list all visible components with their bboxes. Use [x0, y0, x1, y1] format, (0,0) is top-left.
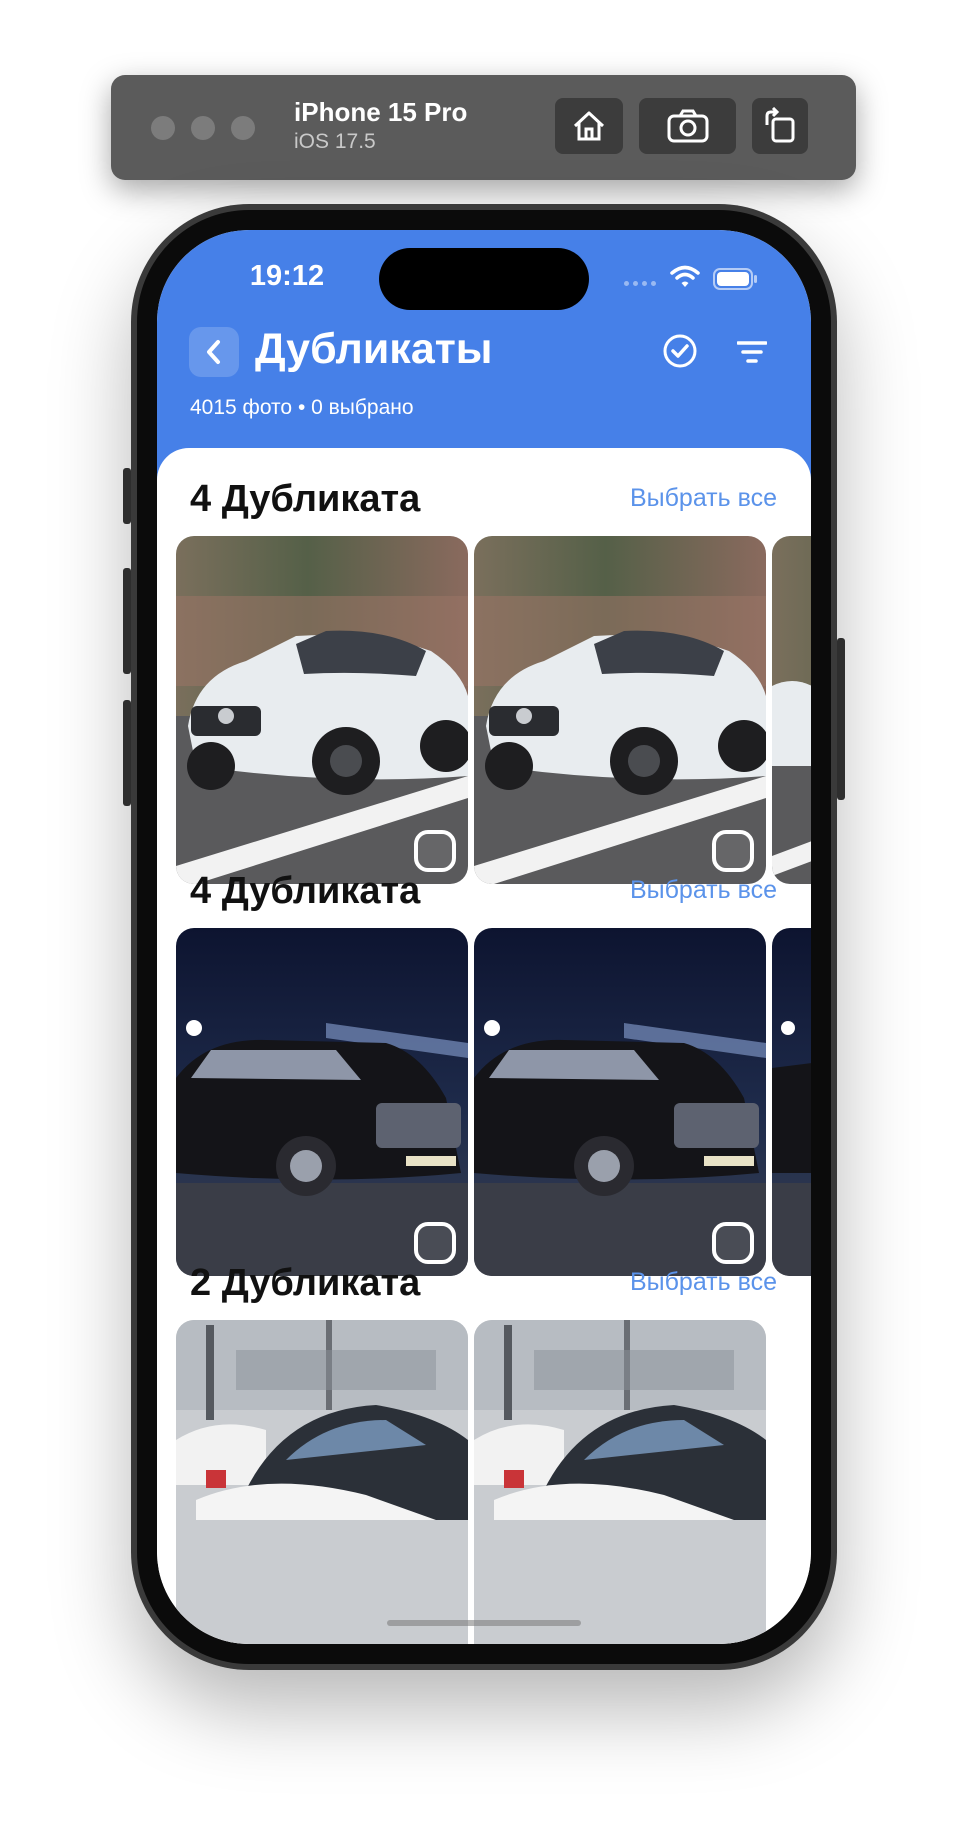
screenshot-button[interactable]: [639, 98, 736, 154]
window-close-dot[interactable]: [151, 116, 175, 140]
filter-button[interactable]: [736, 340, 768, 369]
window-minimize-dot[interactable]: [191, 116, 215, 140]
wifi-icon: [670, 265, 700, 287]
home-indicator: [387, 1620, 581, 1626]
parking-lot-photo: [474, 1320, 766, 1644]
power-button: [837, 638, 845, 800]
white-suv-photo: [772, 536, 811, 884]
volume-down-button: [123, 700, 131, 806]
select-mode-button[interactable]: [661, 332, 699, 375]
select-all-link[interactable]: Выбрать все: [630, 484, 777, 513]
photo-thumbnail[interactable]: [474, 1320, 766, 1644]
home-button[interactable]: [555, 98, 623, 154]
select-checkbox[interactable]: [712, 830, 754, 872]
group-title: 2 Дубликата: [190, 1262, 421, 1304]
photo-thumbnail[interactable]: [474, 536, 766, 884]
chevron-left-icon: [207, 340, 220, 364]
select-checkbox[interactable]: [414, 830, 456, 872]
dynamic-island: [379, 248, 589, 310]
photo-thumbnail-partial[interactable]: [772, 928, 811, 1276]
filter-icon: [736, 341, 768, 363]
home-icon: [573, 111, 605, 141]
photo-thumbnail[interactable]: [176, 536, 468, 884]
screenshot-icon: [667, 109, 708, 143]
group-title: 4 Дубликата: [190, 478, 421, 520]
window-zoom-dot[interactable]: [231, 116, 255, 140]
photo-thumbnail-partial[interactable]: [772, 536, 811, 884]
group-title: 4 Дубликата: [190, 870, 421, 912]
os-version: iOS 17.5: [294, 130, 376, 153]
action-button: [123, 468, 131, 524]
photo-thumbnail[interactable]: [176, 928, 468, 1276]
page-title: Дубликаты: [255, 325, 493, 373]
duplicates-list[interactable]: 4 Дубликата Выбрать все 4 Дубликата Выбр…: [157, 448, 811, 1644]
checkmark-circle-icon: [663, 334, 697, 368]
photo-thumbnail[interactable]: [474, 928, 766, 1276]
status-time: 19:12: [249, 260, 325, 292]
select-checkbox[interactable]: [414, 1222, 456, 1264]
volume-up-button: [123, 568, 131, 674]
select-all-link[interactable]: Выбрать все: [630, 876, 777, 905]
select-checkbox[interactable]: [712, 1222, 754, 1264]
rotate-button[interactable]: [752, 98, 808, 154]
cellular-signal-icon: [624, 281, 656, 286]
battery-icon: [713, 268, 757, 290]
parking-lot-photo: [176, 1320, 468, 1644]
simulator-toolbar: iPhone 15 Pro iOS 17.5: [111, 75, 856, 180]
back-button[interactable]: [189, 327, 239, 377]
photo-count-subtitle: 4015 фото • 0 выбрано: [190, 396, 414, 419]
black-suv-photo: [772, 928, 811, 1276]
device-name: iPhone 15 Pro: [294, 97, 468, 127]
rotate-icon: [765, 107, 795, 143]
phone-screen: 19:12 Дубликаты 4015 фото • 0 выбрано 4: [157, 230, 811, 1644]
photo-thumbnail[interactable]: [176, 1320, 468, 1644]
select-all-link[interactable]: Выбрать все: [630, 1268, 777, 1297]
